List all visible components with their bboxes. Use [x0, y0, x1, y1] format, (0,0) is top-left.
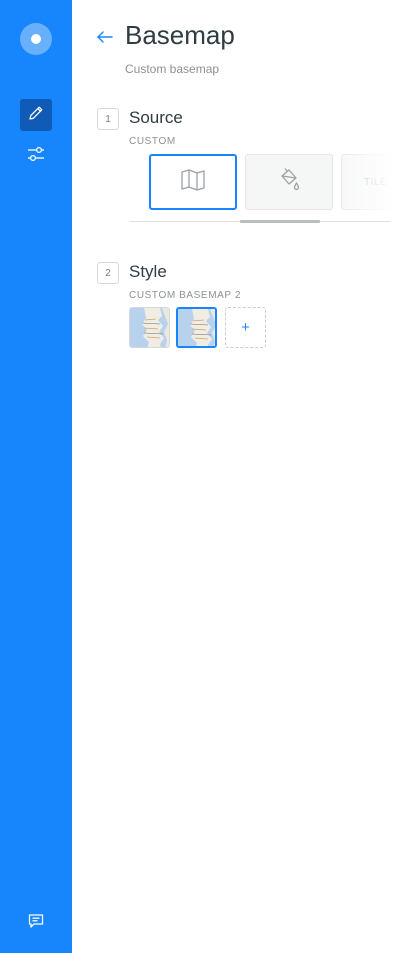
app-logo[interactable] [20, 23, 52, 55]
step-title-style: Style [129, 262, 167, 281]
step-number-source: 1 [97, 108, 119, 130]
page-title: Basemap [125, 20, 235, 50]
sidebar [0, 0, 72, 953]
pencil-icon [27, 104, 45, 127]
sidebar-item-feedback[interactable] [20, 907, 52, 939]
paint-bucket-icon [276, 167, 302, 198]
back-button[interactable] [94, 28, 116, 50]
map-thumbnail-image [130, 308, 169, 347]
source-selected-label: CUSTOM [129, 136, 176, 147]
source-option-tiles[interactable]: TILE [341, 154, 391, 210]
sidebar-item-settings[interactable] [20, 140, 52, 172]
arrow-left-icon [96, 30, 114, 49]
style-selected-label: CUSTOM BASEMAP 2 [129, 290, 242, 301]
sidebar-item-edit[interactable] [20, 99, 52, 131]
page-subtitle: Custom basemap [125, 62, 220, 76]
step-number-style: 2 [97, 262, 119, 284]
source-option-tiles-label: TILE [364, 176, 388, 188]
step-title-source: Source [129, 108, 183, 127]
source-carousel[interactable]: TILE [129, 152, 391, 224]
sliders-icon [26, 145, 46, 168]
basemap-panel: Basemap Custom basemap 1 Source CUSTOM T… [72, 0, 416, 953]
source-option-map[interactable] [149, 154, 237, 210]
style-thumbnail-selected[interactable] [176, 307, 217, 348]
source-option-fill[interactable] [245, 154, 333, 210]
carousel-scrollbar[interactable] [240, 220, 320, 223]
style-thumbnail[interactable] [129, 307, 170, 348]
map-icon [180, 168, 206, 197]
map-thumbnail-image [178, 309, 215, 346]
add-style-button[interactable]: + [225, 307, 266, 348]
chat-icon [28, 913, 44, 934]
